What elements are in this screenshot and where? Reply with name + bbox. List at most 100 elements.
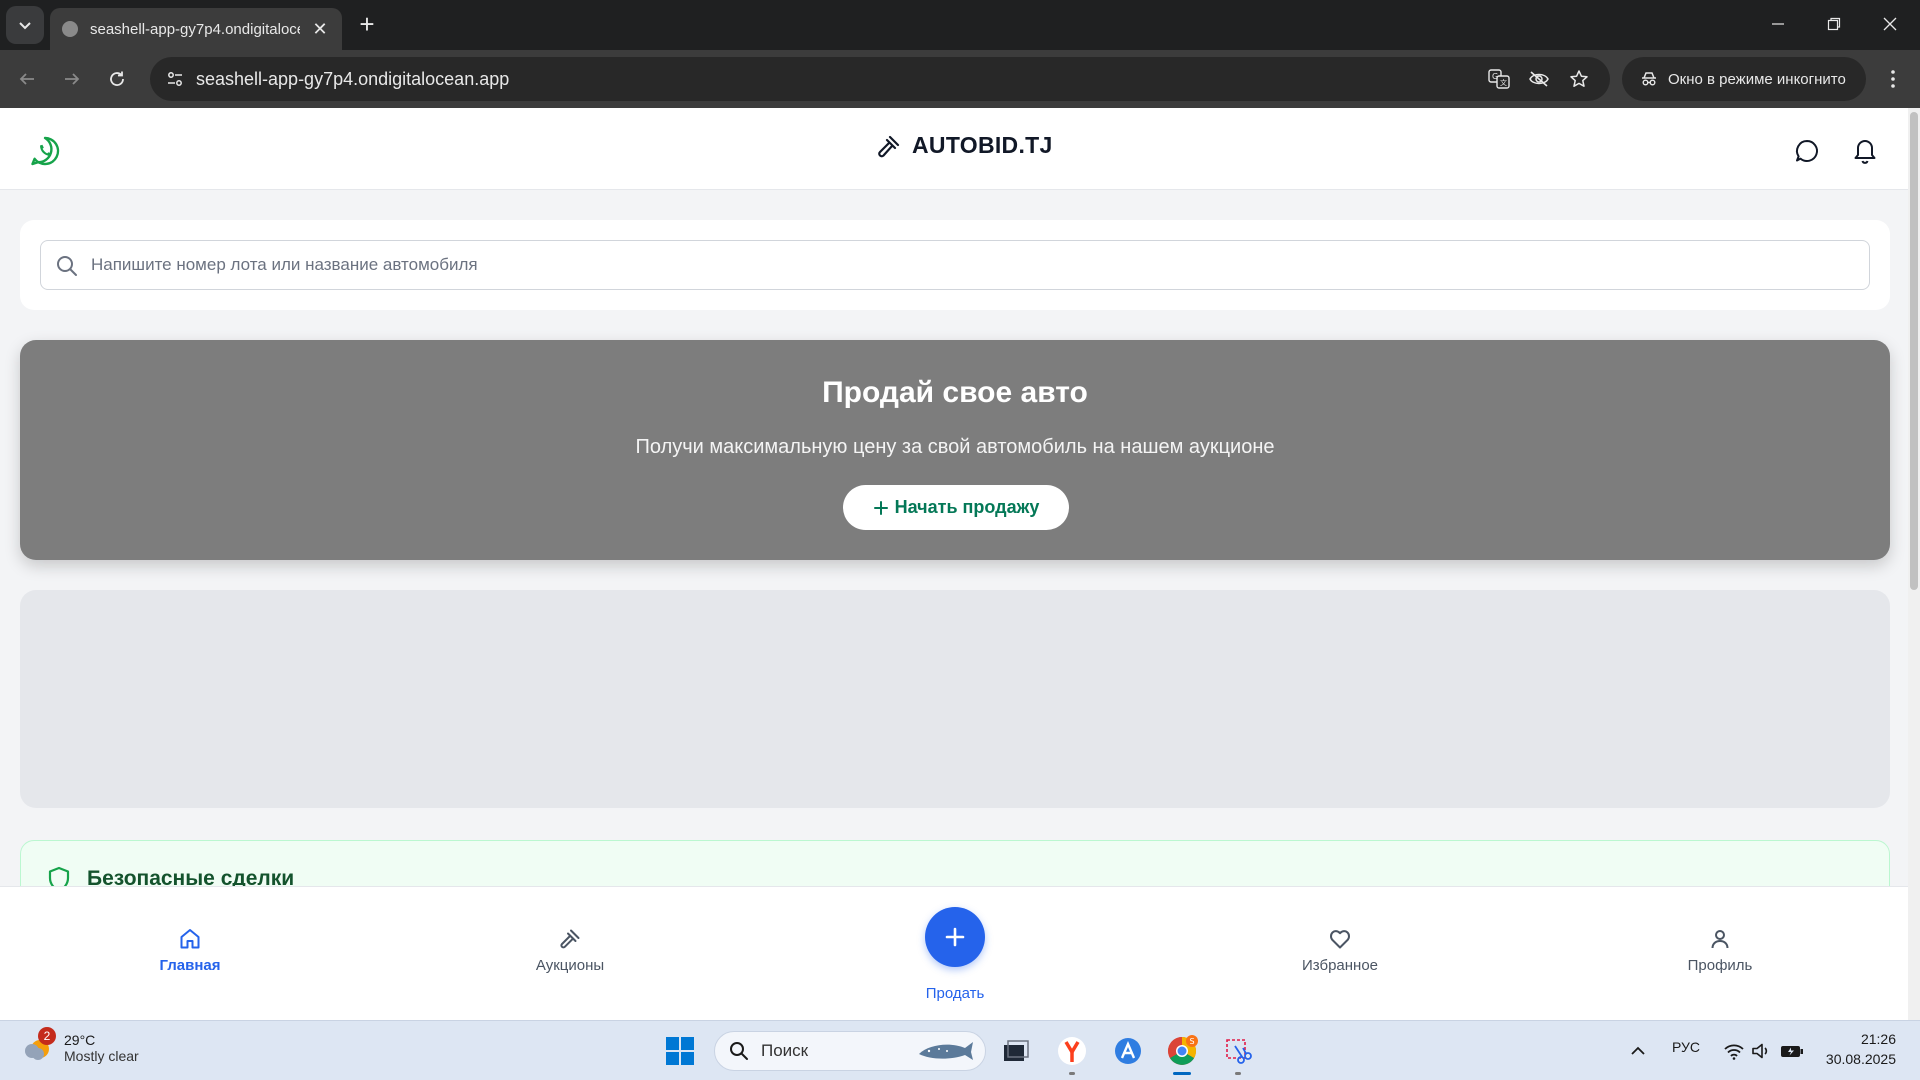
nav-item-home[interactable]: Главная (120, 927, 260, 974)
search-input[interactable] (91, 241, 1851, 289)
close-icon (1883, 17, 1897, 31)
banner-title: Продай свое авто (822, 376, 1088, 409)
scrollbar-thumb[interactable] (1910, 112, 1918, 590)
back-button[interactable] (10, 62, 44, 96)
address-bar[interactable]: seashell-app-gy7p4.ondigitalocean.app G文 (150, 57, 1610, 101)
nav-item-profile[interactable]: Профиль (1650, 927, 1790, 974)
user-icon (1711, 930, 1729, 949)
app-store-button[interactable] (1108, 1031, 1148, 1071)
start-selling-button[interactable]: Начать продажу (843, 485, 1069, 530)
volume-icon (1752, 1043, 1768, 1059)
browser-toolbar: seashell-app-gy7p4.ondigitalocean.app G文… (0, 50, 1920, 108)
start-selling-label: Начать продажу (894, 497, 1040, 517)
nav-item-favorites[interactable]: Избранное (1270, 927, 1410, 974)
eye-off-icon (1529, 71, 1549, 87)
clock-time: 21:26 (1860, 1031, 1896, 1047)
new-tab-button[interactable]: + (352, 8, 382, 42)
reload-button[interactable] (100, 62, 134, 96)
svg-text:G: G (1492, 72, 1498, 81)
brand-name: AUTOBID.TJ (912, 132, 1053, 158)
task-view-button[interactable] (996, 1031, 1036, 1071)
message-circle-icon (1796, 140, 1818, 162)
bell-icon (1854, 140, 1876, 164)
chrome-profile-badge: S (1190, 1037, 1195, 1046)
reload-icon (110, 71, 124, 86)
url-text[interactable]: seashell-app-gy7p4.ondigitalocean.app (196, 69, 509, 90)
search-icon (57, 256, 77, 276)
forward-button[interactable] (55, 62, 89, 96)
search-card (20, 220, 1890, 310)
taskbar-search-label: Поиск (761, 1041, 809, 1060)
weather-desc: Mostly clear (64, 1048, 139, 1064)
loading-placeholder (20, 590, 1890, 808)
nav-label-sell[interactable]: Продать (880, 985, 1030, 1002)
tab-favicon-icon (62, 21, 78, 37)
nav-label-profile: Профиль (1687, 957, 1753, 974)
gavel-icon (560, 929, 580, 949)
sell-fab-button[interactable] (925, 907, 985, 967)
chat-button[interactable] (1790, 134, 1824, 168)
browser-menu-button[interactable] (1878, 62, 1908, 96)
search-box[interactable] (40, 240, 1870, 290)
system-clock[interactable]: 21:26 30.08.2025 (1816, 1029, 1896, 1069)
svg-text:文: 文 (1500, 78, 1507, 87)
start-button[interactable] (660, 1031, 700, 1071)
arrow-left-icon (19, 73, 34, 85)
incognito-label: Окно в режиме инкогнито (1668, 70, 1846, 88)
bottom-navigation: Главная Аукционы Продать Избранное Профи… (0, 886, 1908, 1020)
incognito-indicator[interactable]: Окно в режиме инкогнито (1622, 57, 1866, 101)
restore-button[interactable] (1806, 0, 1862, 48)
running-indicator (1069, 1072, 1075, 1075)
weather-temp: 29°C (64, 1032, 96, 1048)
language-indicator[interactable]: РУС (1672, 1039, 1700, 1055)
browser-tab-active[interactable]: seashell-app-gy7p4.ondigitalocean.app ✕ (50, 8, 342, 50)
weather-widget[interactable]: 2 29°C Mostly clear (20, 1027, 139, 1065)
snipping-tool-button[interactable] (1218, 1031, 1258, 1075)
tab-search-button[interactable] (6, 6, 44, 44)
app-store-icon (1115, 1038, 1141, 1064)
battery-charging-icon (1781, 1046, 1803, 1057)
page-scrollbar[interactable] (1908, 108, 1920, 1020)
tab-title: seashell-app-gy7p4.ondigitalocean.app (90, 20, 300, 38)
tab-close-button[interactable]: ✕ (310, 19, 330, 40)
taskbar-search[interactable]: Поиск (714, 1031, 986, 1071)
translate-button[interactable]: G文 (1486, 67, 1512, 91)
nav-label-auctions: Аукционы (535, 957, 605, 974)
translate-icon: G文 (1488, 69, 1510, 89)
browser-tab-strip: seashell-app-gy7p4.ondigitalocean.app ✕ … (0, 0, 1920, 50)
brand-logo[interactable]: AUTOBID.TJ (876, 132, 1053, 159)
tracking-protection-button[interactable] (1526, 67, 1552, 91)
minimize-icon (1772, 23, 1784, 25)
close-window-button[interactable] (1862, 0, 1918, 48)
banner-subtitle: Получи максимальную цену за свой автомоб… (635, 436, 1275, 458)
nav-label-favorites: Избранное (1301, 957, 1379, 974)
yandex-browser-button[interactable] (1052, 1031, 1092, 1075)
weather-badge: 2 (38, 1027, 56, 1045)
gavel-icon (878, 135, 900, 157)
site-info-button[interactable] (160, 64, 190, 94)
chevron-down-icon (19, 22, 31, 30)
chrome-button[interactable]: S (1162, 1031, 1202, 1075)
page-viewport: AUTOBID.TJ Продай свое авто Получи макси… (0, 108, 1920, 1020)
search-icon (730, 1042, 748, 1060)
whatsapp-icon (31, 136, 60, 166)
show-hidden-icons-button[interactable] (1618, 1031, 1658, 1071)
clock-date: 30.08.2025 (1825, 1051, 1896, 1067)
restore-icon (1827, 17, 1841, 31)
minimize-button[interactable] (1750, 0, 1806, 48)
weather-icon: 2 (20, 1027, 56, 1065)
incognito-icon (1642, 72, 1656, 86)
battery-button[interactable] (1772, 1031, 1812, 1071)
task-view-icon (1004, 1040, 1029, 1061)
star-icon (1570, 70, 1588, 87)
plus-icon (873, 500, 888, 515)
notifications-button[interactable] (1848, 134, 1882, 168)
bookmark-button[interactable] (1566, 67, 1592, 91)
app-header: AUTOBID.TJ (0, 108, 1908, 190)
heart-icon (1330, 930, 1350, 949)
nav-item-auctions[interactable]: Аукционы (500, 927, 640, 974)
whatsapp-button[interactable] (28, 134, 62, 168)
chrome-icon: S (1168, 1035, 1198, 1065)
running-indicator (1235, 1072, 1241, 1075)
tune-icon (168, 72, 182, 86)
